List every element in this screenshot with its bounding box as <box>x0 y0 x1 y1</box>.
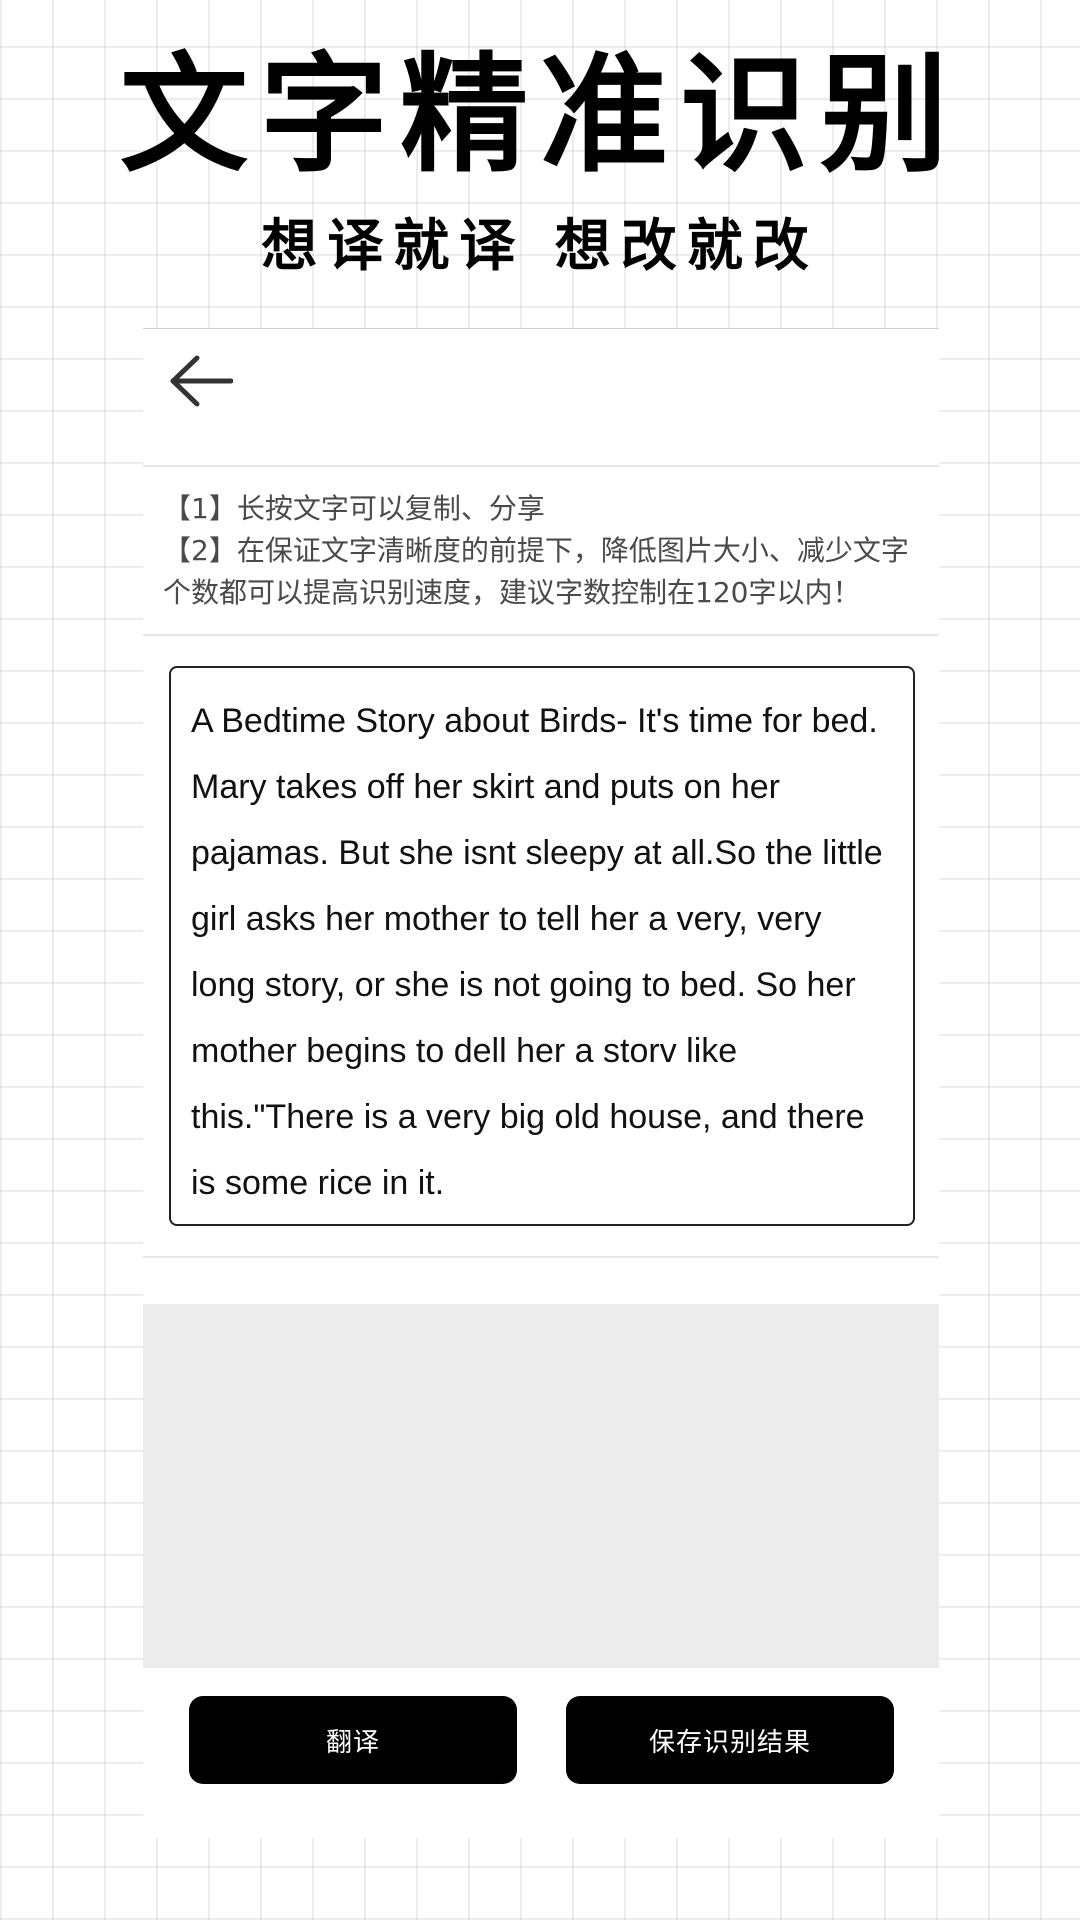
back-button[interactable] <box>161 341 241 421</box>
usage-tips: 【1】长按文字可以复制、分享 【2】在保证文字清晰度的前提下，降低图片大小、减少… <box>143 476 939 636</box>
tip-line-1: 【1】长按文字可以复制、分享 <box>163 492 545 525</box>
recognized-text-box[interactable]: A Bedtime Story about Birds- It's time f… <box>169 666 915 1226</box>
promo-headline: 文字精准识别 <box>119 40 960 190</box>
tip-line-2: 【2】在保证文字清晰度的前提下，降低图片大小、减少文字个数都可以提高识别速度，建… <box>163 534 909 609</box>
arrow-left-icon <box>170 355 233 407</box>
translation-result-area[interactable] <box>143 1304 939 1668</box>
divider <box>143 1256 939 1258</box>
save-result-button[interactable]: 保存识别结果 <box>566 1696 894 1784</box>
app-screen: 【1】长按文字可以复制、分享 【2】在保证文字清晰度的前提下，降低图片大小、减少… <box>143 328 939 1838</box>
top-bar <box>143 328 939 467</box>
promo-subline: 想译就译 想改就改 <box>261 213 819 279</box>
translate-button[interactable]: 翻译 <box>189 1696 517 1784</box>
